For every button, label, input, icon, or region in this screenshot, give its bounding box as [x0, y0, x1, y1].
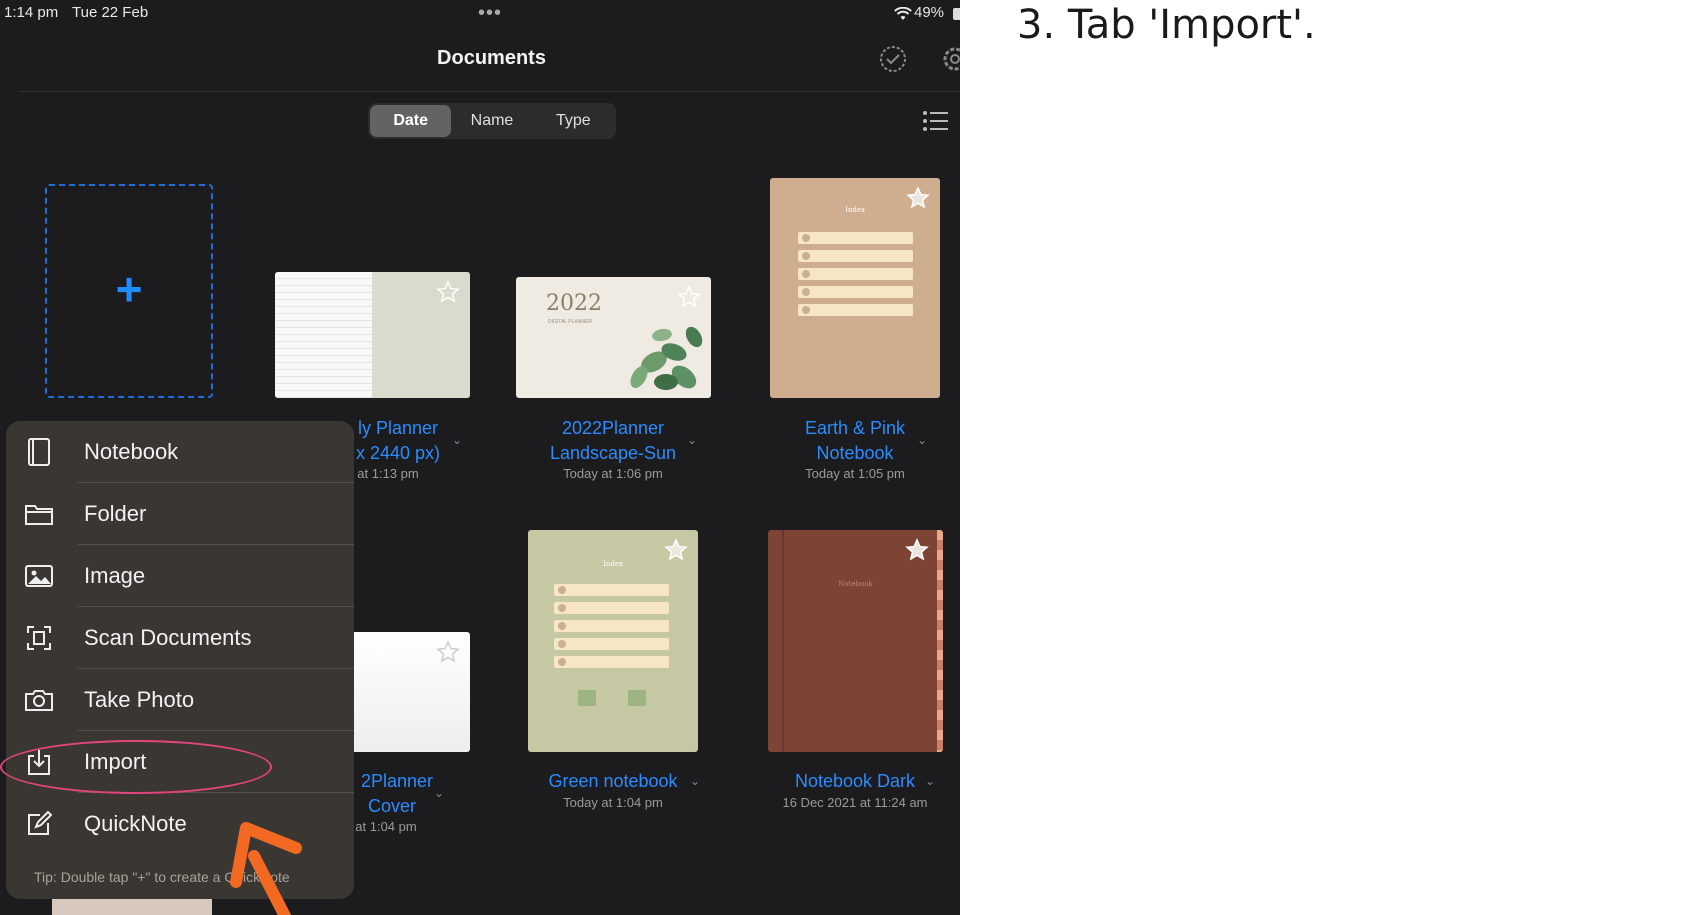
- index-row: [798, 250, 913, 262]
- cover-year: 2022: [546, 291, 602, 316]
- sort-name-tab[interactable]: Name: [451, 105, 532, 137]
- menu-item-label: Take Photo: [84, 687, 195, 712]
- eucalyptus-leaves-illustration: [630, 326, 703, 390]
- cover-subtitle: DIGITAL PLANNER: [548, 319, 592, 325]
- index-row: [798, 286, 913, 298]
- menu-item-image[interactable]: Image: [6, 545, 354, 607]
- favorite-star-icon[interactable]: [664, 538, 688, 562]
- ipad-screenshot: 1:14 pm Tue 22 Feb ••• 49% Documents Dat…: [0, 0, 960, 915]
- document-date: at 1:13 pm: [357, 466, 419, 481]
- document-title-line2[interactable]: Cover: [342, 794, 442, 819]
- index-row: [554, 620, 669, 632]
- chevron-down-icon[interactable]: ⌄: [690, 774, 700, 788]
- document-thumbnail[interactable]: Index: [770, 178, 940, 398]
- chevron-down-icon[interactable]: ⌄: [452, 433, 462, 447]
- document-title[interactable]: 2022Planner: [533, 416, 693, 441]
- document-title[interactable]: Green notebook: [533, 769, 693, 794]
- page-title: Documents: [437, 47, 546, 69]
- select-icon[interactable]: [878, 44, 908, 74]
- quicknote-icon: [24, 809, 54, 839]
- sort-type-tab[interactable]: Type: [533, 105, 614, 137]
- document-title-line2[interactable]: x 2440 px): [338, 441, 458, 466]
- document-title-line2[interactable]: Notebook: [775, 441, 935, 466]
- chevron-down-icon[interactable]: ⌄: [917, 433, 927, 447]
- index-row: [554, 656, 669, 668]
- list-view-icon[interactable]: [922, 110, 948, 132]
- document-title-line2[interactable]: Landscape-Sun: [533, 441, 693, 466]
- index-row: [798, 304, 913, 316]
- favorite-star-icon[interactable]: [677, 285, 701, 309]
- index-row: [554, 602, 669, 614]
- nav-divider: [20, 91, 960, 92]
- cover-label: Notebook: [838, 580, 873, 588]
- chevron-down-icon[interactable]: ⌄: [687, 433, 697, 447]
- folder-icon: [24, 499, 54, 529]
- document-thumbnail[interactable]: Notebook: [768, 530, 943, 752]
- index-row: [798, 232, 913, 244]
- menu-item-notebook[interactable]: Notebook: [6, 421, 354, 483]
- chevron-down-icon[interactable]: ⌄: [434, 786, 444, 800]
- status-time: 1:14 pm: [4, 4, 59, 21]
- document-thumbnail[interactable]: [275, 272, 470, 398]
- index-row: [798, 268, 913, 280]
- index-row: [554, 584, 669, 596]
- cover-emblem: [578, 690, 596, 706]
- camera-icon: [24, 685, 54, 715]
- menu-item-scan-documents[interactable]: Scan Documents: [6, 607, 354, 669]
- favorite-star-icon[interactable]: [436, 640, 460, 664]
- menu-item-label: Scan Documents: [84, 625, 252, 650]
- menu-item-label: Image: [84, 563, 146, 588]
- favorite-star-icon[interactable]: [905, 538, 929, 562]
- image-icon: [24, 561, 54, 591]
- index-row: [554, 638, 669, 650]
- sort-segmented-control[interactable]: Date Name Type: [368, 103, 616, 139]
- document-title[interactable]: Earth & Pink: [775, 416, 935, 441]
- menu-item-folder[interactable]: Folder: [6, 483, 354, 545]
- wifi-icon: [894, 7, 912, 20]
- battery-icon: [953, 8, 960, 20]
- menu-item-label: Notebook: [84, 439, 179, 464]
- document-thumbnail[interactable]: Index: [528, 530, 698, 752]
- chevron-down-icon[interactable]: ⌄: [925, 774, 935, 788]
- plus-icon: +: [115, 263, 143, 315]
- document-date: at 1:04 pm: [355, 819, 417, 834]
- planner-page-left: [275, 272, 372, 398]
- cover-emblem: [628, 690, 646, 706]
- document-thumbnail[interactable]: 2022 DIGITAL PLANNER: [516, 277, 711, 398]
- new-document-placeholder[interactable]: +: [45, 184, 213, 398]
- step-caption: 3. Tab 'Import'.: [1017, 2, 1316, 48]
- favorite-star-icon[interactable]: [436, 280, 460, 304]
- battery-percent: 49%: [914, 4, 945, 21]
- document-date: Today at 1:05 pm: [805, 466, 905, 481]
- favorite-star-icon[interactable]: [906, 186, 930, 210]
- document-title[interactable]: ly Planner: [338, 416, 458, 441]
- menu-item-label: QuickNote: [84, 811, 187, 836]
- document-date: Today at 1:04 pm: [563, 795, 663, 810]
- menu-item-label: Folder: [84, 501, 147, 526]
- notebook-spine-line: [782, 530, 784, 752]
- pointing-arrow-icon: [230, 822, 302, 915]
- menu-item-take-photo[interactable]: Take Photo: [6, 669, 354, 731]
- status-date: Tue 22 Feb: [72, 4, 149, 21]
- document-date: 16 Dec 2021 at 11:24 am: [782, 795, 928, 810]
- document-date: Today at 1:06 pm: [563, 466, 663, 481]
- import-highlight-circle: [0, 740, 272, 794]
- document-thumbnail[interactable]: [340, 632, 470, 752]
- notebook-tabs: [937, 530, 943, 752]
- settings-gear-icon[interactable]: [940, 44, 960, 74]
- multitasking-dots[interactable]: •••: [478, 2, 502, 25]
- notebook-icon: [24, 437, 54, 467]
- sort-date-tab[interactable]: Date: [370, 105, 452, 137]
- scan-icon: [24, 623, 54, 653]
- document-title[interactable]: Notebook Dark: [775, 769, 935, 794]
